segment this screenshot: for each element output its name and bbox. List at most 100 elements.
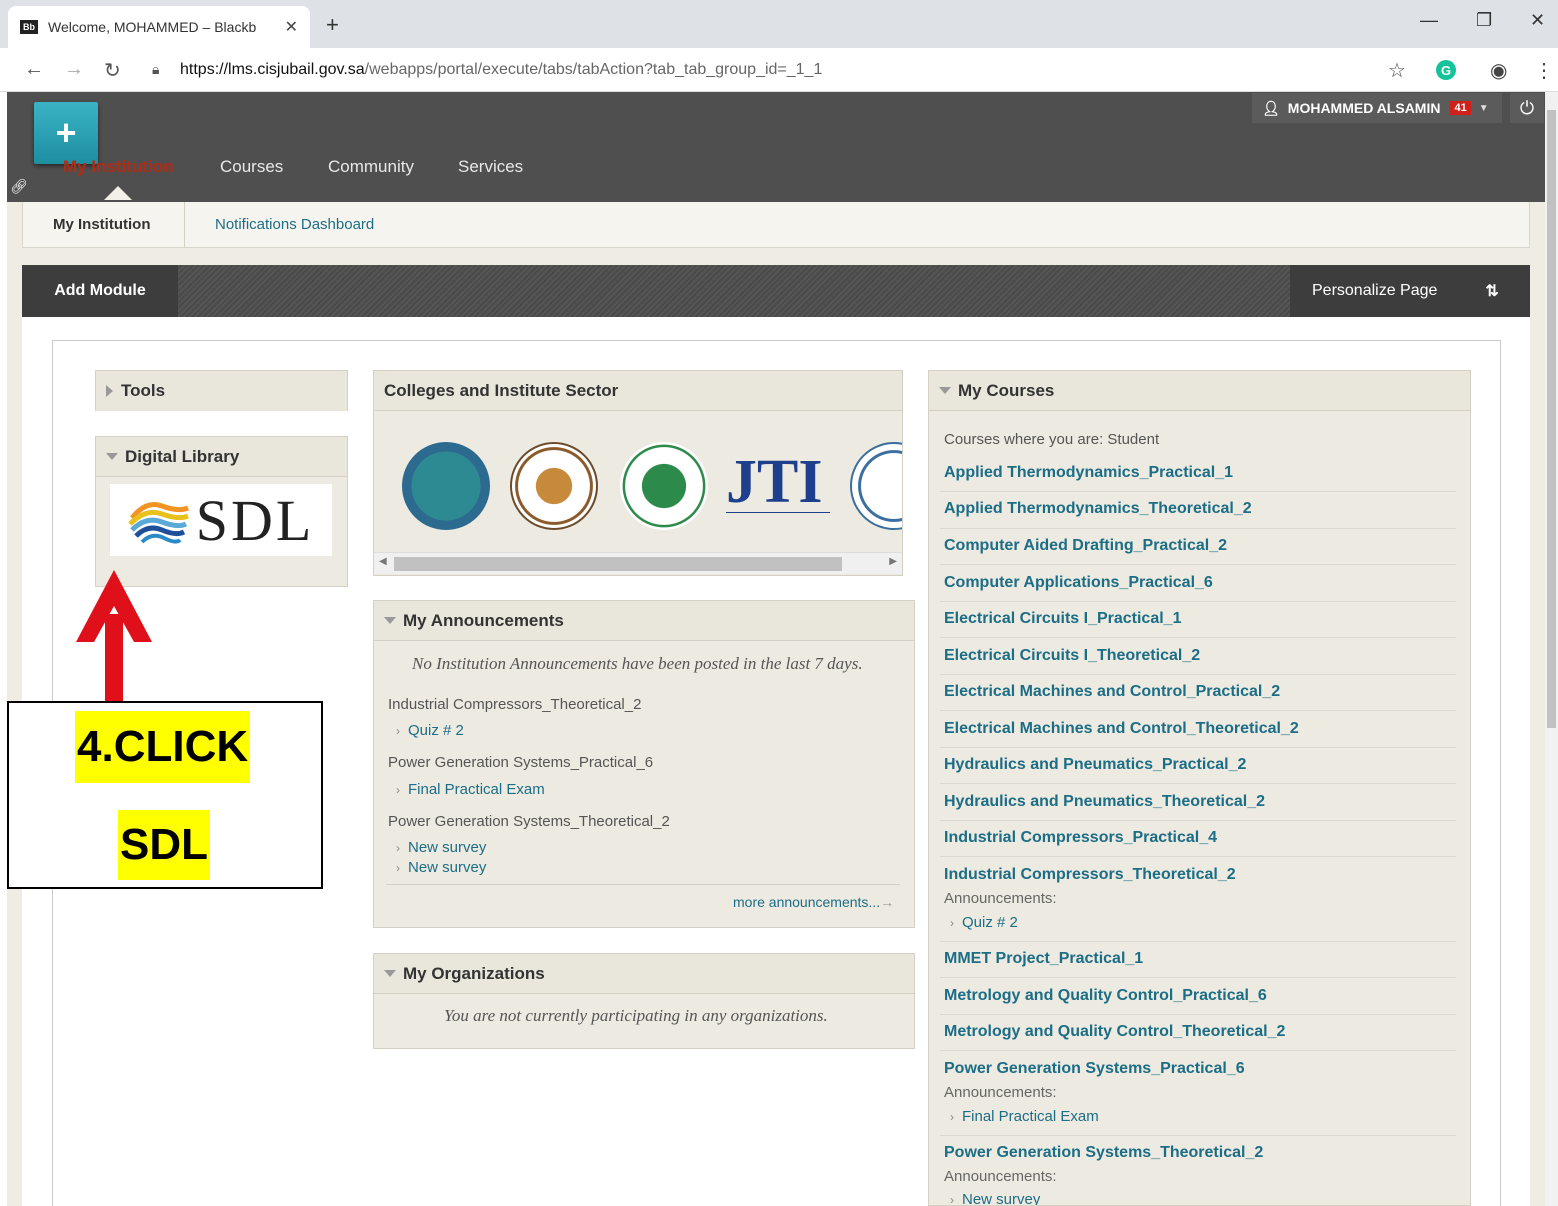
menu-icon[interactable]: ⋮ xyxy=(1534,58,1554,83)
digital-library-header[interactable]: Digital Library xyxy=(96,437,347,477)
organizations-header[interactable]: My Organizations xyxy=(374,954,914,994)
instruction-target-text: SDL xyxy=(118,810,210,880)
horizontal-scrollbar[interactable]: ◀ ▶ xyxy=(374,552,902,574)
more-announcements-link[interactable]: more announcements...→ xyxy=(733,894,894,910)
divider xyxy=(940,856,1456,857)
course-link[interactable]: Industrial Compressors_Theoretical_2 xyxy=(944,866,1236,884)
divider xyxy=(940,783,1456,784)
vertical-scrollbar[interactable] xyxy=(1545,92,1558,1206)
nav-courses[interactable]: Courses xyxy=(220,157,283,177)
url-path: /webapps/portal/execute/tabs/tabAction?t… xyxy=(364,61,823,78)
course-link[interactable]: Computer Aided Drafting_Practical_2 xyxy=(944,537,1227,555)
course-link[interactable]: Power Generation Systems_Theoretical_2 xyxy=(944,1144,1263,1162)
grammarly-icon[interactable]: G xyxy=(1436,60,1456,80)
subtab-notifications-dashboard[interactable]: Notifications Dashboard xyxy=(215,216,374,233)
announcement-link[interactable]: Quiz # 2 xyxy=(408,722,464,739)
more-announcements-label: more announcements... xyxy=(733,894,881,910)
announcements-title: My Announcements xyxy=(403,610,564,630)
browser-tab[interactable]: Bb Welcome, MOHAMMED – Blackb ✕ xyxy=(8,6,310,48)
personalize-page-button[interactable]: Personalize Page ⇅ xyxy=(1290,265,1530,317)
partial-college-logo-icon[interactable] xyxy=(850,442,902,530)
colleges-header[interactable]: Colleges and Institute Sector xyxy=(374,371,902,411)
reorder-icon[interactable]: ⇅ xyxy=(1485,281,1498,301)
jubail-university-college-logo-icon[interactable] xyxy=(510,442,598,530)
course-link[interactable]: Power Generation Systems_Practical_6 xyxy=(944,1060,1245,1078)
announcement-link[interactable]: New survey xyxy=(408,839,486,856)
nav-services[interactable]: Services xyxy=(458,157,523,177)
minimize-icon[interactable]: — xyxy=(1420,10,1438,31)
jubail-industrial-college-logo-icon[interactable] xyxy=(620,442,708,530)
course-link[interactable]: Hydraulics and Pneumatics_Practical_2 xyxy=(944,756,1246,774)
course-link[interactable]: Metrology and Quality Control_Theoretica… xyxy=(944,1023,1285,1041)
chevron-down-icon: ▼ xyxy=(1478,102,1489,114)
my-courses-header[interactable]: My Courses xyxy=(929,371,1470,411)
announcement-link[interactable]: New survey xyxy=(408,859,486,876)
new-tab-icon[interactable]: + xyxy=(326,12,339,38)
chevron-right-icon: › xyxy=(396,841,400,855)
colleges-title: Colleges and Institute Sector xyxy=(384,380,619,400)
vertical-scroll-thumb[interactable] xyxy=(1547,110,1556,728)
user-menu[interactable]: 👤︎ MOHAMMED ALSAMIN 41 ▼ xyxy=(1252,93,1502,123)
chevron-right-icon: › xyxy=(950,1110,954,1124)
close-tab-icon[interactable]: ✕ xyxy=(285,17,298,37)
organizations-module: My Organizations xyxy=(373,953,915,1049)
reload-icon[interactable]: ↻ xyxy=(104,58,121,83)
close-window-icon[interactable]: ✕ xyxy=(1530,10,1545,31)
collapse-icon xyxy=(106,453,118,460)
announcement-item[interactable]: › Quiz # 2 xyxy=(396,722,464,739)
divider xyxy=(940,941,1456,942)
tools-header[interactable]: Tools xyxy=(96,371,347,411)
scroll-right-icon[interactable]: ▶ xyxy=(889,556,897,567)
course-link[interactable]: Applied Thermodynamics_Practical_1 xyxy=(944,464,1233,482)
course-link[interactable]: Computer Applications_Practical_6 xyxy=(944,574,1213,592)
course-announcement-link[interactable]: Final Practical Exam xyxy=(962,1108,1099,1125)
divider xyxy=(940,820,1456,821)
back-icon[interactable]: ← xyxy=(24,58,44,81)
announcement-link[interactable]: Final Practical Exam xyxy=(408,781,545,798)
rc-logo-icon[interactable] xyxy=(402,442,490,530)
courses-role-label: Courses where you are: Student xyxy=(944,431,1160,448)
nav-my-institution[interactable]: My Institution xyxy=(63,157,173,177)
quick-add-button[interactable]: + xyxy=(34,102,98,164)
course-link[interactable]: Electrical Machines and Control_Practica… xyxy=(944,683,1280,701)
logout-power-icon[interactable]: ⏻ xyxy=(1510,93,1544,123)
course-announcements-label: Announcements: xyxy=(944,1084,1057,1101)
announcement-item[interactable]: › New survey xyxy=(396,839,486,856)
digital-library-title: Digital Library xyxy=(125,446,240,466)
bookmark-star-icon[interactable]: ☆ xyxy=(1388,58,1406,83)
blackboard-favicon-icon: Bb xyxy=(20,20,38,34)
course-link[interactable]: Metrology and Quality Control_Practical_… xyxy=(944,987,1267,1005)
announcement-item[interactable]: › New survey xyxy=(396,859,486,876)
announcements-header[interactable]: My Announcements xyxy=(374,601,914,641)
course-announcement-link[interactable]: Quiz # 2 xyxy=(962,914,1018,931)
jubail-technical-institute-logo-icon[interactable]: JTI xyxy=(726,442,830,530)
link-icon[interactable]: 🔗︎ xyxy=(10,178,28,195)
course-announcement-item[interactable]: › Final Practical Exam xyxy=(950,1108,1099,1125)
course-link[interactable]: MMET Project_Practical_1 xyxy=(944,950,1143,968)
course-link[interactable]: Electrical Circuits I_Practical_1 xyxy=(944,610,1181,628)
course-link[interactable]: Electrical Machines and Control_Theoreti… xyxy=(944,720,1299,738)
profile-icon[interactable]: ◉ xyxy=(1490,58,1507,83)
restore-icon[interactable]: ❐ xyxy=(1476,10,1492,31)
url-field[interactable]: https://lms.cisjubail.gov.sa/webapps/por… xyxy=(180,61,822,79)
course-announcement-item[interactable]: › New survey xyxy=(950,1191,1040,1205)
tools-title: Tools xyxy=(121,381,166,400)
course-link[interactable]: Electrical Circuits I_Theoretical_2 xyxy=(944,647,1200,665)
active-tab-caret xyxy=(104,186,132,200)
user-icon: 👤︎ xyxy=(1262,99,1280,116)
announcement-course: Power Generation Systems_Theoretical_2 xyxy=(388,813,670,830)
subtab-my-institution[interactable]: My Institution xyxy=(53,216,151,233)
tab-title: Welcome, MOHAMMED – Blackb xyxy=(48,19,257,35)
announcement-item[interactable]: › Final Practical Exam xyxy=(396,781,545,798)
nav-community[interactable]: Community xyxy=(328,157,414,177)
add-module-button[interactable]: Add Module xyxy=(22,265,178,317)
course-announcement-link[interactable]: New survey xyxy=(962,1191,1040,1205)
forward-icon[interactable]: → xyxy=(64,58,84,81)
course-link[interactable]: Industrial Compressors_Practical_4 xyxy=(944,829,1217,847)
course-link[interactable]: Hydraulics and Pneumatics_Theoretical_2 xyxy=(944,793,1265,811)
horizontal-scroll-thumb[interactable] xyxy=(394,557,842,571)
course-link[interactable]: Applied Thermodynamics_Theoretical_2 xyxy=(944,500,1252,518)
scroll-left-icon[interactable]: ◀ xyxy=(379,556,387,567)
sdl-logo-link[interactable]: SDL xyxy=(110,484,332,556)
course-announcement-item[interactable]: › Quiz # 2 xyxy=(950,914,1018,931)
